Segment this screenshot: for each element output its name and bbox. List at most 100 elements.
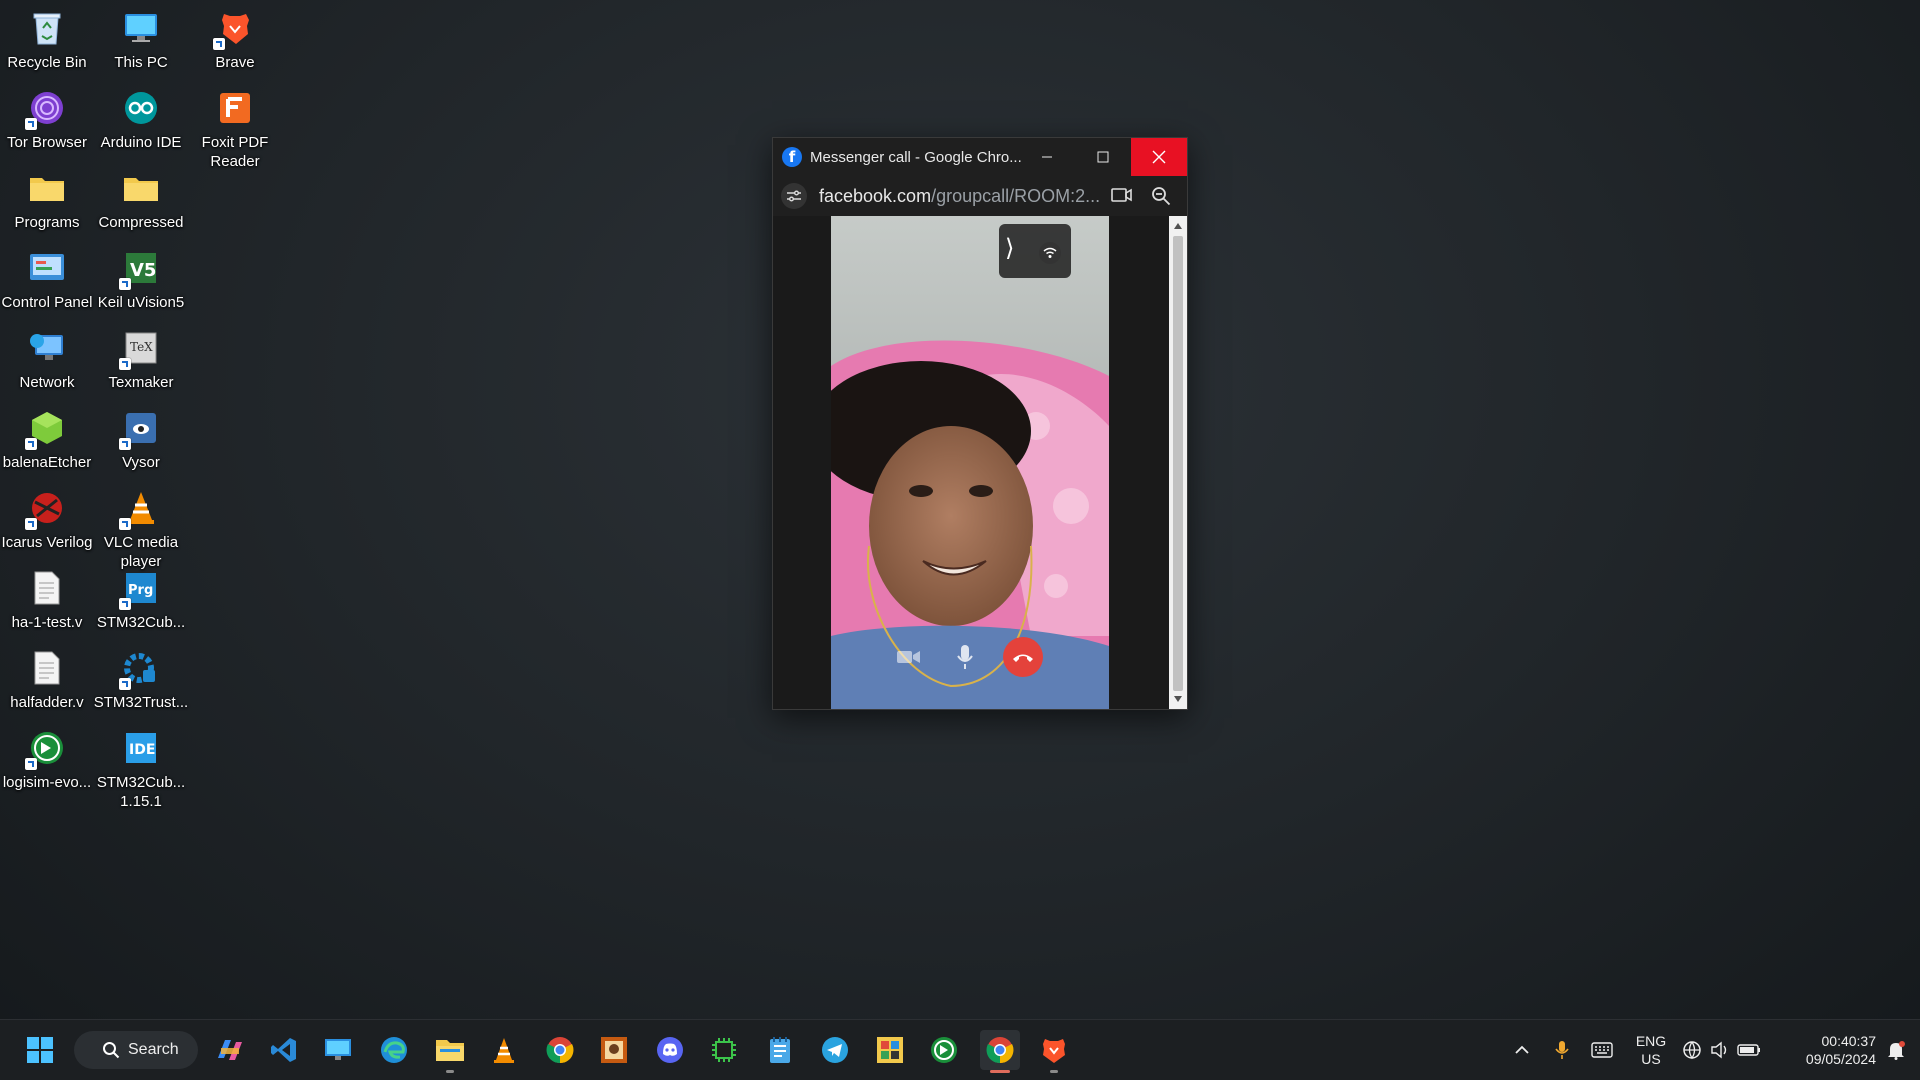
shortcut-arrow-icon (25, 758, 37, 770)
taskbar-photo-app[interactable] (594, 1030, 634, 1070)
desktop-icon-stm32-ide[interactable]: IDE STM32Cub... 1.15.1 (94, 722, 188, 814)
taskbar-chrome[interactable] (540, 1030, 580, 1070)
desktop-icon-recycle-bin[interactable]: Recycle Bin (0, 2, 94, 94)
hang-up-icon (1013, 654, 1033, 662)
desktop-icon-tor-browser[interactable]: Tor Browser (0, 82, 94, 174)
taskbar-vscode[interactable] (264, 1030, 304, 1070)
address-bar[interactable]: facebook.com/groupcall/ROOM:2... (773, 176, 1187, 216)
scrollbar[interactable] (1169, 216, 1187, 709)
shortcut-arrow-icon (119, 278, 131, 290)
quick-settings-button[interactable] (1678, 1030, 1768, 1070)
desktop-icon-programs[interactable]: Programs (0, 162, 94, 254)
close-button[interactable] (1131, 138, 1187, 176)
desktop-icon-logisim[interactable]: logisim-evo... (0, 722, 94, 814)
taskbar-vlc[interactable] (484, 1030, 524, 1070)
network-globe-icon (1683, 1041, 1701, 1060)
desktop-icon-halfadder[interactable]: halfadder.v (0, 642, 94, 734)
signal-icon (1039, 242, 1061, 264)
facebook-icon: f (782, 147, 802, 167)
url-text[interactable]: facebook.com/groupcall/ROOM:2... (819, 186, 1100, 207)
taskbar-edge[interactable] (374, 1030, 414, 1070)
stm32-programmer-icon: Prg (119, 568, 161, 610)
desktop-icon-keil[interactable]: V5 Keil uVision5 (94, 242, 188, 334)
stm32-trust-icon (119, 648, 161, 690)
taskbar-file-explorer[interactable] (430, 1030, 470, 1073)
toggle-camera-button[interactable] (889, 637, 929, 677)
connection-status-panel[interactable]: ⟩ (999, 224, 1071, 278)
messenger-call-window[interactable]: f Messenger call - Google Chro... facebo… (772, 137, 1188, 710)
taskbar-chrome-active[interactable] (980, 1030, 1020, 1073)
running-indicator (1050, 1070, 1058, 1073)
logisim-icon (931, 1037, 957, 1063)
desktop-icon-label: STM32Cub... 1.15.1 (96, 774, 186, 810)
taskbar-discord[interactable] (650, 1030, 690, 1070)
maximize-button[interactable] (1075, 138, 1131, 176)
desktop-icon-texmaker[interactable]: TeX Texmaker (94, 322, 188, 414)
scroll-down-arrow-icon[interactable] (1174, 696, 1182, 702)
taskbar-telegram[interactable] (815, 1030, 855, 1070)
microphone-in-use-button[interactable] (1542, 1030, 1582, 1070)
brave-icon (1043, 1039, 1065, 1063)
desktop-icon-balena-etcher[interactable]: balenaEtcher (0, 402, 94, 494)
taskbar-brave[interactable] (1034, 1030, 1074, 1073)
desktop-icon-label: Compressed (98, 214, 184, 231)
desktop-icon-control-panel[interactable]: Control Panel (0, 242, 94, 334)
running-indicator (446, 1070, 454, 1073)
taskbar-notepad[interactable] (760, 1030, 800, 1070)
desktop-icon-label: Texmaker (108, 374, 174, 391)
scrollbar-thumb[interactable] (1173, 236, 1183, 691)
touch-keyboard-button[interactable] (1582, 1030, 1622, 1070)
shortcut-arrow-icon (25, 118, 37, 130)
notifications-button[interactable] (1876, 1030, 1916, 1070)
toggle-microphone-button[interactable] (945, 637, 985, 677)
desktop-icon-this-pc[interactable]: This PC (94, 2, 188, 94)
minimize-button[interactable] (1019, 138, 1075, 176)
end-call-button[interactable] (1003, 637, 1043, 677)
camera-in-use-icon[interactable] (1111, 186, 1133, 209)
tiles-app-icon (877, 1037, 903, 1063)
desktop-icon-arduino-ide[interactable]: Arduino IDE (94, 82, 188, 174)
tune-icon (787, 190, 801, 202)
vysor-icon (119, 408, 161, 450)
folder-icon (27, 168, 67, 208)
volume-icon (1711, 1041, 1727, 1059)
desktop-icon-icarus-verilog[interactable]: Icarus Verilog (0, 482, 94, 574)
clock[interactable]: 00:40:37 09/05/2024 (1770, 1032, 1876, 1068)
desktop-icon-stm32-trust[interactable]: STM32Trust... (94, 642, 188, 734)
vlc-icon (119, 488, 161, 530)
desktop-icon-network[interactable]: Network (0, 322, 94, 414)
desktop-icon-label: ha-1-test.v (11, 614, 83, 631)
desktop-icon-vlc[interactable]: VLC media player (94, 482, 188, 574)
taskbar-desktop[interactable] (318, 1030, 358, 1070)
desktop-icon-ha-1-test[interactable]: ha-1-test.v (0, 562, 94, 654)
zoom-icon[interactable] (1151, 186, 1171, 211)
desktop-icon-label: halfadder.v (10, 694, 84, 711)
url-path: /groupcall/ROOM:2... (931, 185, 1101, 206)
site-info-button[interactable] (781, 183, 807, 209)
desktop-icon-compressed[interactable]: Compressed (94, 162, 188, 254)
show-hidden-icons-button[interactable] (1502, 1030, 1542, 1070)
shortcut-arrow-icon (119, 678, 131, 690)
desktop-icon-brave[interactable]: Brave (188, 2, 282, 94)
scroll-up-arrow-icon[interactable] (1174, 223, 1182, 229)
telegram-icon (822, 1037, 848, 1063)
input-language-indicator[interactable]: ENG US (1628, 1032, 1674, 1068)
brave-icon (213, 8, 255, 50)
taskbar-logisim[interactable] (924, 1030, 964, 1070)
start-button[interactable] (20, 1030, 60, 1070)
chip-icon (712, 1038, 736, 1062)
desktop-icon-label: Keil uVision5 (97, 294, 185, 311)
desktop-icon-vysor[interactable]: Vysor (94, 402, 188, 494)
desktop-icon-label: Icarus Verilog (1, 534, 93, 551)
desktop-icon-foxit-reader[interactable]: Foxit PDF Reader (188, 82, 282, 174)
desktop: Recycle Bin Tor Browser Programs Control… (0, 0, 268, 1010)
taskbar-search[interactable]: Search (74, 1031, 198, 1069)
windows-start-icon (27, 1037, 53, 1063)
desktop-icon-stm32-programmer[interactable]: Prg STM32Cub... (94, 562, 188, 654)
window-titlebar[interactable]: f Messenger call - Google Chro... (773, 138, 1187, 176)
region-code: US (1641, 1051, 1661, 1067)
taskbar-app-tiles[interactable] (870, 1030, 910, 1070)
video-feed: ⟩ (831, 216, 1109, 709)
taskbar-chip-app[interactable] (704, 1030, 744, 1070)
taskbar-copilot[interactable] (210, 1030, 250, 1070)
